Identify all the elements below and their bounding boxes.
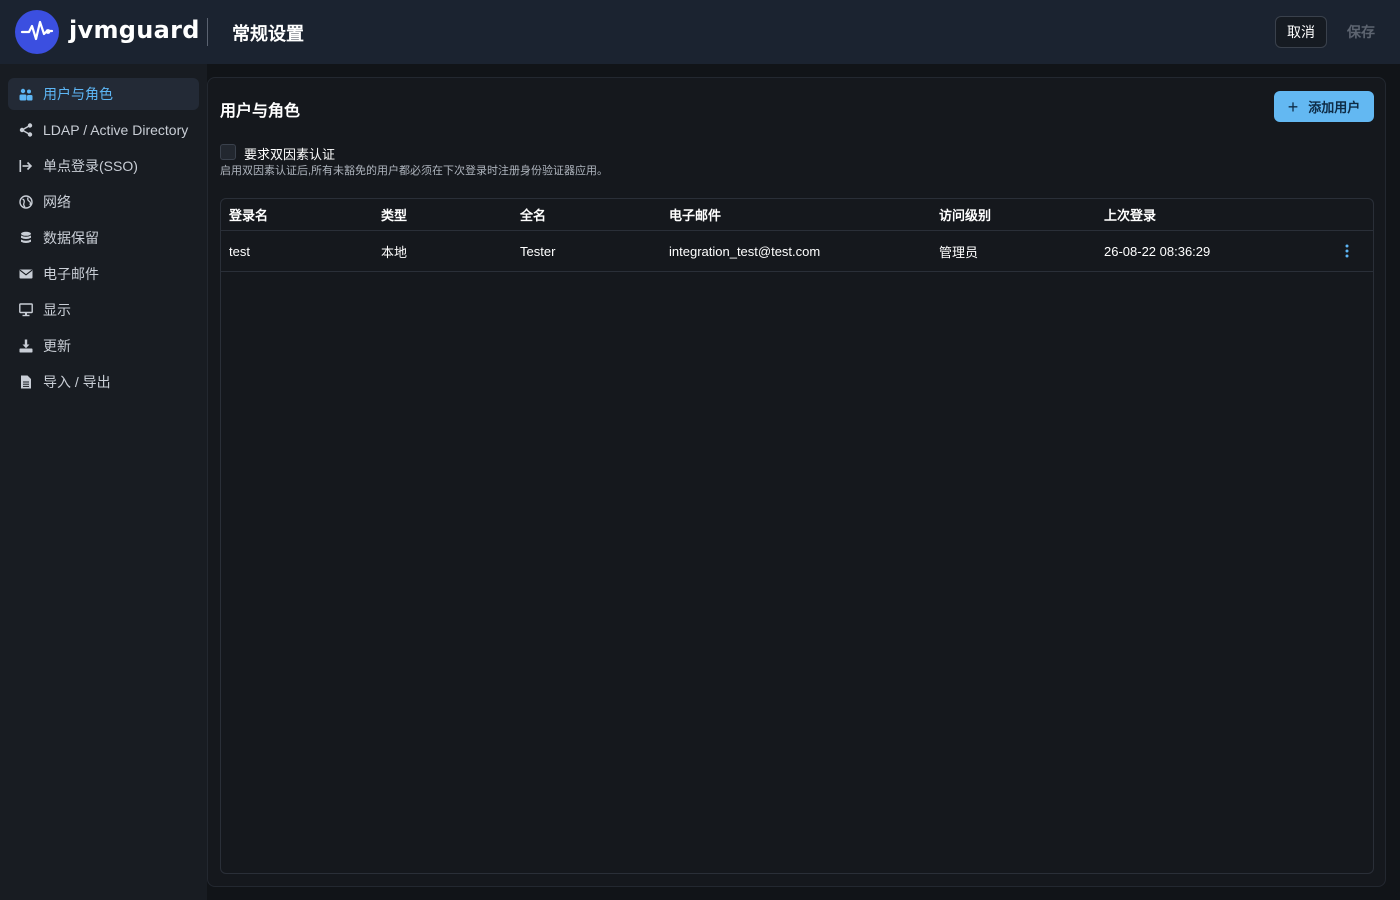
add-user-button[interactable]: + 添加用户 (1274, 91, 1374, 122)
sidebar-item-label: 导入 / 导出 (43, 374, 111, 390)
pulse-icon (20, 19, 54, 46)
add-user-label: 添加用户 (1308, 100, 1361, 115)
column-header-login[interactable]: 登录名 (229, 199, 268, 230)
cell-full-name: Tester (520, 243, 556, 259)
sidebar-item-import-export[interactable]: 导入 / 导出 (8, 366, 199, 398)
table-header: 登录名 类型 全名 电子邮件 访问级别 上次登录 (221, 199, 1373, 231)
sidebar-item-email[interactable]: 电子邮件 (8, 258, 199, 290)
row-actions-button[interactable] (1339, 243, 1355, 261)
page-title: 常规设置 (232, 24, 304, 44)
sidebar-item-label: LDAP / Active Directory (43, 122, 189, 138)
two-factor-label[interactable]: 要求双因素认证 (244, 144, 335, 163)
users-table: 登录名 类型 全名 电子邮件 访问级别 上次登录 test 本地 Tester … (220, 198, 1374, 874)
sign-in-icon (19, 159, 33, 173)
sidebar: 用户与角色 LDAP / Active Directory 单点登录(SSO) … (0, 64, 207, 900)
globe-icon (19, 195, 33, 209)
column-header-type[interactable]: 类型 (381, 199, 407, 230)
sidebar-item-data-retention[interactable]: 数据保留 (8, 222, 199, 254)
table-row[interactable]: test 本地 Tester integration_test@test.com… (221, 231, 1373, 272)
sidebar-item-display[interactable]: 显示 (8, 294, 199, 326)
sidebar-item-update[interactable]: 更新 (8, 330, 199, 362)
sidebar-item-label: 更新 (43, 338, 71, 354)
sidebar-item-users-roles[interactable]: 用户与角色 (8, 78, 199, 110)
cancel-button[interactable]: 取消 (1275, 16, 1327, 48)
logo (15, 10, 59, 54)
column-header-full-name[interactable]: 全名 (520, 199, 546, 230)
header-divider (207, 18, 208, 46)
cell-last-login: 26-08-22 08:36:29 (1104, 243, 1211, 259)
file-icon (19, 375, 33, 389)
cell-email: integration_test@test.com (669, 243, 821, 259)
users-icon (19, 87, 33, 101)
sidebar-item-sso[interactable]: 单点登录(SSO) (8, 150, 199, 182)
top-bar: jvmguard 常规设置 取消 保存 (0, 0, 1400, 64)
cell-type: 本地 (381, 244, 408, 260)
two-factor-checkbox[interactable] (220, 144, 236, 160)
download-icon (19, 339, 33, 353)
cell-login: test (229, 243, 250, 259)
sidebar-item-label: 显示 (43, 302, 71, 318)
column-header-last-login[interactable]: 上次登录 (1104, 199, 1156, 230)
database-icon (19, 231, 33, 245)
section-title: 用户与角色 (220, 103, 301, 120)
sidebar-item-label: 网络 (43, 194, 71, 210)
brand-name: jvmguard (69, 16, 200, 44)
kebab-menu-icon (1345, 244, 1349, 261)
sidebar-item-label: 用户与角色 (43, 86, 113, 102)
sidebar-item-ldap[interactable]: LDAP / Active Directory (8, 114, 199, 146)
cell-access-level: 管理员 (939, 244, 979, 260)
sidebar-item-label: 单点登录(SSO) (43, 158, 138, 174)
two-factor-help-text: 启用双因素认证后,所有未豁免的用户都必须在下次登录时注册身份验证器应用。 (220, 165, 609, 177)
save-button[interactable]: 保存 (1335, 16, 1387, 48)
envelope-icon (19, 267, 33, 281)
sidebar-item-label: 数据保留 (43, 230, 99, 246)
sidebar-item-label: 电子邮件 (43, 266, 99, 282)
share-icon (19, 123, 33, 137)
users-roles-panel: 用户与角色 + 添加用户 要求双因素认证 启用双因素认证后,所有未豁免的用户都必… (207, 77, 1386, 887)
column-header-access-level[interactable]: 访问级别 (939, 199, 991, 230)
column-header-email[interactable]: 电子邮件 (669, 199, 721, 230)
sidebar-item-network[interactable]: 网络 (8, 186, 199, 218)
monitor-icon (19, 303, 33, 317)
plus-icon: + (1287, 96, 1299, 117)
